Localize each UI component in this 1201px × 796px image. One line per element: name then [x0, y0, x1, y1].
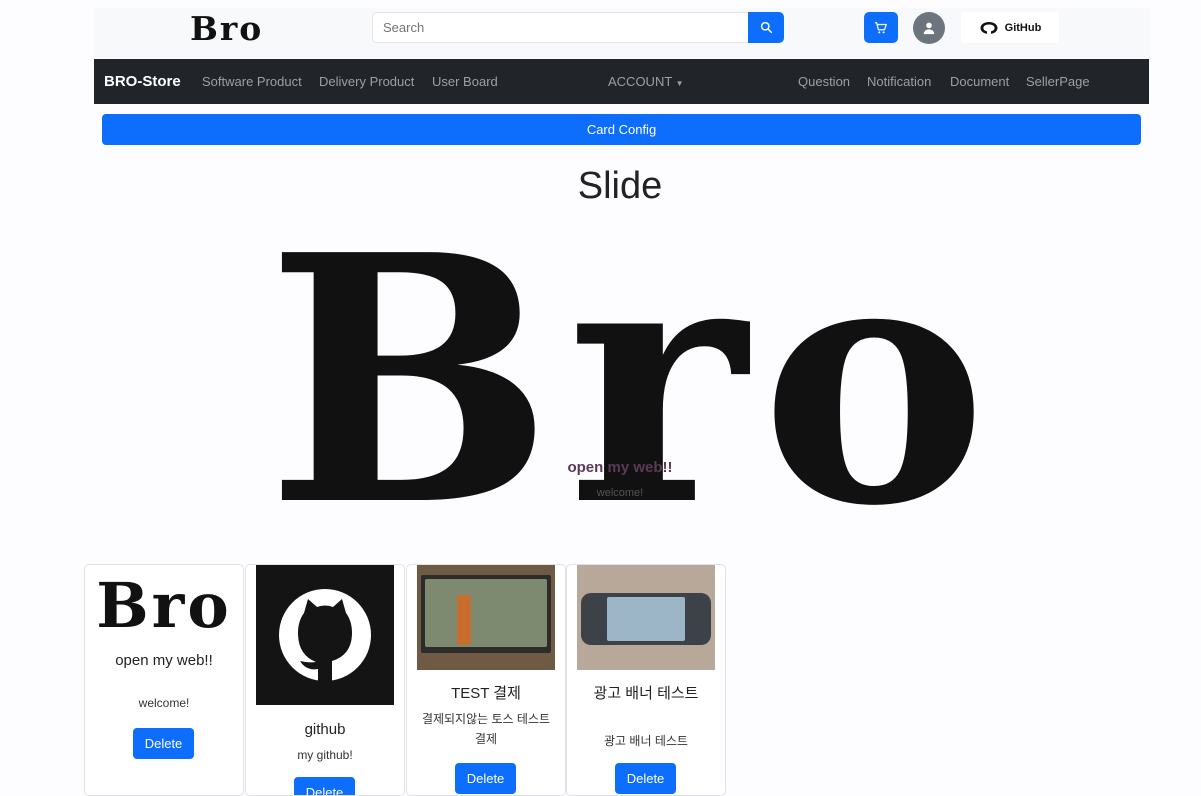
- delete-button[interactable]: Delete: [615, 763, 676, 794]
- card-image: Bro: [96, 569, 232, 642]
- card-text: 결제되지않는 토스 테스트결제: [421, 712, 551, 746]
- product-card: Bro open my web!! welcome! Delete: [84, 564, 244, 796]
- nav-question[interactable]: Question: [798, 59, 850, 104]
- github-label: GitHub: [1004, 21, 1042, 34]
- github-icon: [980, 21, 998, 35]
- delete-button[interactable]: Delete: [133, 728, 194, 759]
- nav-sellerpage[interactable]: SellerPage: [1026, 59, 1090, 104]
- card-image: [577, 565, 715, 670]
- card-text: welcome!: [138, 696, 190, 710]
- card-title: TEST 결제: [451, 685, 521, 702]
- nav-user-board[interactable]: User Board: [432, 59, 498, 104]
- account-label: ACCOUNT: [608, 74, 673, 89]
- site-logo[interactable]: Bro: [190, 12, 263, 46]
- card-image: [417, 565, 555, 670]
- navbar-brand[interactable]: BRO-Store: [104, 59, 181, 104]
- card-text: my github!: [297, 748, 353, 762]
- card-title: open my web!!: [115, 652, 213, 669]
- delete-button[interactable]: Delete: [455, 763, 516, 794]
- caret-down-icon: ▼: [675, 79, 684, 88]
- slide-caption-title: open my web!!: [567, 459, 673, 476]
- nav-account-dropdown[interactable]: ACCOUNT ▼: [608, 59, 684, 104]
- game-screen: [425, 579, 547, 647]
- card-title: 광고 배너 테스트: [593, 685, 699, 702]
- product-card: 광고 배너 테스트 광고 배너 테스트 Delete: [566, 564, 726, 796]
- main-navbar: BRO-Store Software Product Delivery Prod…: [94, 59, 1149, 104]
- github-octocat-icon: [279, 589, 371, 681]
- cart-icon: [874, 21, 887, 33]
- nav-software-product[interactable]: Software Product: [202, 59, 302, 104]
- cart-button[interactable]: [864, 12, 898, 43]
- github-link[interactable]: GitHub: [961, 12, 1059, 43]
- product-card: github my github! Delete: [245, 564, 405, 796]
- user-icon: [923, 22, 935, 35]
- user-avatar-button[interactable]: [913, 12, 945, 44]
- product-card: TEST 결제 결제되지않는 토스 테스트결제 Delete: [406, 564, 566, 796]
- search-box: [372, 12, 784, 43]
- search-input[interactable]: [373, 13, 749, 42]
- nav-notification[interactable]: Notification: [867, 59, 931, 104]
- card-title: github: [304, 721, 346, 738]
- nav-delivery-product[interactable]: Delivery Product: [319, 59, 414, 104]
- search-icon: [760, 21, 772, 34]
- search-button[interactable]: [748, 12, 784, 43]
- card-config-button[interactable]: Card Config: [102, 114, 1141, 145]
- nav-document[interactable]: Document: [950, 59, 1009, 104]
- game-character: [457, 595, 471, 645]
- slide-caption-subtitle: welcome!: [596, 487, 644, 499]
- card-image: [256, 565, 394, 705]
- card-text: 광고 배너 테스트: [604, 734, 688, 748]
- handheld-screen: [607, 597, 685, 641]
